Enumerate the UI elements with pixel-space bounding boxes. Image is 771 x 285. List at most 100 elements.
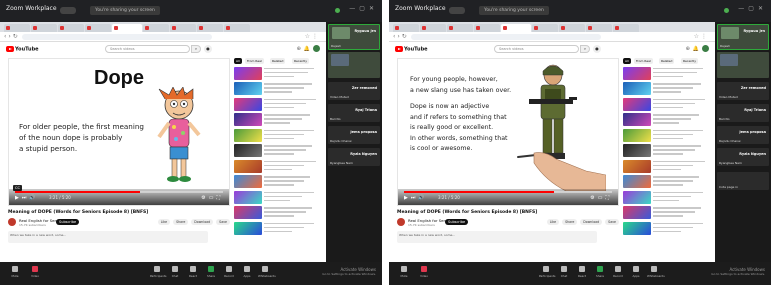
chip-recent[interactable]: Recently bbox=[292, 58, 309, 64]
recommendation-item[interactable] bbox=[234, 144, 320, 158]
video-thumbnail[interactable] bbox=[234, 82, 262, 95]
participant-tile[interactable]: Ryaj Triona Bali No bbox=[717, 104, 769, 122]
recommendation-item[interactable] bbox=[234, 82, 320, 96]
participant-tile[interactable]: Zer removed Video Muted bbox=[328, 82, 380, 100]
browser-tab[interactable] bbox=[58, 24, 84, 32]
video-thumbnail[interactable] bbox=[234, 66, 262, 80]
header-actions[interactable]: ⊕🔔 bbox=[686, 45, 709, 52]
participant-tile[interactable]: Ryaj Triona Bali No bbox=[328, 104, 380, 122]
save-button[interactable]: Save bbox=[605, 219, 619, 225]
chip-from[interactable]: From Real bbox=[634, 58, 653, 64]
participants-button[interactable]: Participants bbox=[150, 266, 166, 278]
meeting-pill[interactable] bbox=[60, 7, 76, 14]
browser-tab[interactable] bbox=[586, 24, 612, 32]
browser-tab[interactable] bbox=[4, 24, 30, 32]
recommendation-item[interactable] bbox=[234, 175, 320, 189]
video-thumbnail[interactable] bbox=[623, 66, 651, 80]
recommendation-item[interactable] bbox=[623, 175, 709, 189]
recommendation-item[interactable] bbox=[623, 206, 709, 220]
header-actions[interactable]: ⊕🔔 bbox=[297, 45, 320, 52]
video-thumbnail[interactable] bbox=[623, 190, 651, 204]
youtube-logo[interactable]: YouTube bbox=[395, 46, 428, 53]
player-controls[interactable]: ▶⏭🔊 3:21 / 5:20 ⚙▭⛶ bbox=[398, 189, 618, 205]
share-button[interactable]: Share bbox=[562, 219, 578, 225]
video-thumbnail[interactable] bbox=[623, 221, 651, 235]
video-thumbnail[interactable] bbox=[234, 159, 262, 173]
recommendation-item[interactable] bbox=[234, 159, 320, 174]
mic-icon[interactable]: ● bbox=[593, 45, 601, 53]
search-icon[interactable]: ⌕ bbox=[191, 45, 201, 53]
mute-button[interactable]: Mute bbox=[397, 266, 411, 278]
react-button[interactable]: React bbox=[575, 266, 589, 278]
video-thumbnail[interactable] bbox=[234, 144, 262, 157]
share-screen-button[interactable]: Share bbox=[204, 266, 218, 278]
video-thumbnail[interactable] bbox=[623, 128, 651, 142]
participant-tile[interactable]: Cota page in bbox=[717, 172, 769, 190]
video-thumbnail[interactable] bbox=[623, 175, 651, 188]
window-controls[interactable]: —▢✕ bbox=[349, 5, 378, 12]
video-thumbnail[interactable] bbox=[234, 175, 262, 188]
participant-tile[interactable]: Ryzia Nguyen Ryangbee Nam bbox=[328, 148, 380, 166]
participant-tile[interactable]: Jems proposa Rajndu Chanw bbox=[328, 126, 380, 144]
recommendation-item[interactable] bbox=[234, 128, 320, 143]
download-button[interactable]: Download bbox=[580, 219, 603, 225]
like-button[interactable]: Like bbox=[157, 219, 171, 225]
video-thumbnail[interactable] bbox=[623, 113, 651, 126]
recommendation-item[interactable] bbox=[234, 190, 320, 205]
participants-button[interactable]: Participants bbox=[539, 266, 555, 278]
search-input[interactable]: Search videos bbox=[494, 45, 579, 53]
video-thumbnail[interactable] bbox=[234, 206, 262, 219]
play-controls-icon[interactable]: ▶⏭🔊 bbox=[404, 195, 428, 201]
subscribe-button[interactable]: Subscribe bbox=[445, 219, 469, 225]
seek-track[interactable] bbox=[404, 191, 612, 193]
recommendation-item[interactable] bbox=[234, 206, 320, 220]
sharing-banner[interactable]: You're sharing your screen bbox=[90, 6, 160, 15]
recommendation-item[interactable] bbox=[623, 128, 709, 143]
browser-tab[interactable] bbox=[447, 24, 473, 32]
participant-tile[interactable] bbox=[328, 52, 380, 78]
browser-tab[interactable] bbox=[613, 24, 639, 32]
browser-tab[interactable] bbox=[197, 24, 223, 32]
mic-icon[interactable]: ● bbox=[204, 45, 212, 53]
save-button[interactable]: Save bbox=[216, 219, 230, 225]
like-button[interactable]: Like bbox=[546, 219, 560, 225]
browser-tab[interactable] bbox=[420, 24, 446, 32]
participant-tile[interactable]: Ryguuu Jrn Rajesh bbox=[717, 24, 769, 50]
video-thumbnail[interactable] bbox=[623, 159, 651, 173]
browser-tab[interactable] bbox=[393, 24, 419, 32]
chip-all[interactable]: All bbox=[623, 58, 631, 64]
player-settings-icon[interactable]: ⚙▭⛶ bbox=[590, 195, 612, 201]
video-thumbnail[interactable] bbox=[234, 221, 262, 235]
browser-tab[interactable] bbox=[224, 24, 250, 32]
url-field[interactable] bbox=[22, 34, 212, 40]
window-controls[interactable]: —▢✕ bbox=[738, 5, 767, 12]
player-controls[interactable]: ▶⏭🔊 3:21 / 5:20 ⚙▭⛶ bbox=[9, 189, 229, 205]
share-button[interactable]: Share bbox=[173, 219, 189, 225]
description-box[interactable]: When we take in a new word, some... bbox=[397, 231, 597, 243]
video-thumbnail[interactable] bbox=[234, 190, 262, 204]
chip-related[interactable]: Related bbox=[270, 58, 286, 64]
chip-recent[interactable]: Recently bbox=[681, 58, 698, 64]
recommendation-item[interactable] bbox=[623, 159, 709, 174]
participant-tile[interactable] bbox=[717, 52, 769, 78]
recommendation-item[interactable] bbox=[234, 221, 320, 236]
recommendation-item[interactable] bbox=[623, 97, 709, 112]
youtube-logo[interactable]: YouTube bbox=[6, 46, 39, 53]
apps-button[interactable]: Apps bbox=[240, 266, 254, 278]
recommendation-item[interactable] bbox=[234, 66, 320, 81]
search-input[interactable]: Search videos bbox=[105, 45, 190, 53]
browser-tab[interactable] bbox=[31, 24, 57, 32]
download-button[interactable]: Download bbox=[191, 219, 214, 225]
chat-button[interactable]: Chat bbox=[557, 266, 571, 278]
whiteboards-button[interactable]: Whiteboards bbox=[258, 266, 276, 278]
extension-icons[interactable]: ☆⋮ bbox=[305, 33, 320, 40]
apps-button[interactable]: Apps bbox=[629, 266, 643, 278]
play-controls-icon[interactable]: ▶⏭🔊 bbox=[15, 195, 39, 201]
channel-avatar[interactable] bbox=[397, 218, 405, 226]
recommendation-item[interactable] bbox=[623, 190, 709, 205]
video-player[interactable]: Dope For older people, the first meaning… bbox=[8, 58, 230, 206]
subscribe-button[interactable]: Subscribe bbox=[56, 219, 80, 225]
react-button[interactable]: React bbox=[186, 266, 200, 278]
participant-tile[interactable]: Zer removed Video Muted bbox=[717, 82, 769, 100]
mute-button[interactable]: Mute bbox=[8, 266, 22, 278]
